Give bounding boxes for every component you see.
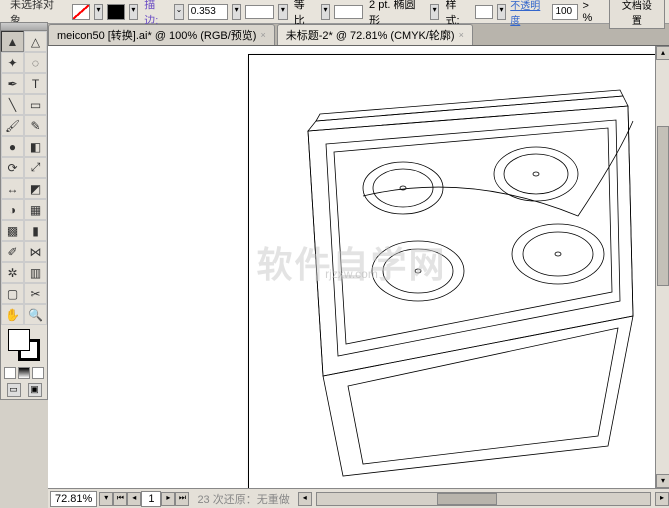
scroll-up-button[interactable]: ▴ (656, 46, 669, 60)
stroke-dropdown[interactable]: ▾ (129, 4, 139, 20)
blob-brush-tool[interactable]: ● (1, 136, 24, 157)
stroke-weight-down[interactable]: ⌄ (174, 4, 184, 20)
stroke-swatch[interactable] (107, 4, 124, 20)
scale-tool[interactable]: ⤢ (24, 157, 47, 178)
color-mode-color[interactable] (4, 367, 16, 379)
direct-selection-tool[interactable]: △ (24, 31, 47, 52)
zoom-dropdown[interactable]: ▾ (99, 492, 113, 506)
shape-builder-tool[interactable]: ◑ (1, 199, 24, 220)
color-mode-gradient[interactable] (18, 367, 30, 379)
last-artboard-button[interactable]: ⏭ (175, 492, 189, 506)
opacity-link[interactable]: 不透明度 (510, 0, 548, 27)
mesh-tool[interactable]: ▩ (1, 220, 24, 241)
fill-dropdown[interactable]: ▾ (94, 4, 104, 20)
profile-menu[interactable]: ▾ (321, 4, 331, 20)
workspace: 软件自学网 rjzxw.com ▴ ▾ (48, 46, 669, 488)
artwork-stove-wireframe (268, 66, 668, 488)
scroll-thumb[interactable] (657, 126, 669, 286)
line-tool[interactable]: ╲ (1, 94, 24, 115)
eraser-tool[interactable]: ◧ (24, 136, 47, 157)
perspective-grid-tool[interactable]: ▦ (24, 199, 47, 220)
close-icon[interactable]: × (260, 30, 265, 40)
fill-swatch[interactable] (72, 4, 89, 20)
next-artboard-button[interactable]: ▸ (161, 492, 175, 506)
zoom-level[interactable]: 72.81% (50, 491, 97, 507)
opacity-input[interactable] (552, 4, 578, 20)
gradient-tool[interactable]: ▮ (24, 220, 47, 241)
scroll-down-button[interactable]: ▾ (656, 474, 669, 488)
profile-preview[interactable] (245, 5, 274, 19)
profile-dropdown[interactable]: ▾ (278, 4, 288, 20)
close-icon[interactable]: × (459, 30, 464, 40)
screen-mode-full[interactable]: ▣ (28, 383, 42, 397)
stroke-weight-menu[interactable]: ▾ (232, 4, 242, 20)
options-bar: 未选择对象 ▾ ▾ 描边: ⌄ ▾ ▾ 等比 ▾ 2 pt. 椭圆形 ▾ 样式:… (0, 0, 669, 24)
toolbox: ▲△✦◌✒T╲▭🖌✎●◧⟳⤢↔◩◑▦▩▮✐⋈✲▥▢✂✋🔍 ▭ ▣ (0, 22, 48, 400)
hscroll-right[interactable]: ▸ (655, 492, 669, 506)
first-artboard-button[interactable]: ⏮ (113, 492, 127, 506)
graph-tool[interactable]: ▥ (24, 262, 47, 283)
pencil-tool[interactable]: ✎ (24, 115, 47, 136)
stroke-weight-input[interactable] (188, 4, 228, 20)
tab-meicon50[interactable]: meicon50 [转换].ai* @ 100% (RGB/预览) × (48, 24, 275, 45)
artboard-tool[interactable]: ▢ (1, 283, 24, 304)
tab-label: 未标题-2* @ 72.81% (CMYK/轮廓) (286, 27, 455, 43)
rotate-tool[interactable]: ⟳ (1, 157, 24, 178)
color-mode-none[interactable] (32, 367, 44, 379)
tab-label: meicon50 [转换].ai* @ 100% (RGB/预览) (57, 27, 256, 43)
width-tool[interactable]: ↔ (1, 178, 24, 199)
tab-untitled-2[interactable]: 未标题-2* @ 72.81% (CMYK/轮廓) × (277, 24, 473, 45)
eyedropper-tool[interactable]: ✐ (1, 241, 24, 262)
brush-preview[interactable] (334, 5, 363, 19)
undo-status: 23 次还原：无重做 (197, 491, 289, 507)
fill-stroke-control[interactable] (1, 325, 47, 365)
slice-tool[interactable]: ✂ (24, 283, 47, 304)
hscroll-thumb[interactable] (437, 493, 497, 505)
zoom-tool[interactable]: 🔍 (24, 304, 47, 325)
toolbox-grip[interactable] (1, 23, 47, 31)
magic-wand-tool[interactable]: ✦ (1, 52, 24, 73)
horizontal-scrollbar[interactable] (316, 492, 651, 506)
lasso-tool[interactable]: ◌ (24, 52, 47, 73)
brush-dropdown[interactable]: ▾ (430, 4, 440, 20)
symbol-sprayer-tool[interactable]: ✲ (1, 262, 24, 283)
document-setup-button[interactable]: 文档设置 (609, 0, 665, 29)
selection-tool[interactable]: ▲ (1, 31, 24, 52)
paintbrush-tool[interactable]: 🖌 (1, 115, 24, 136)
pen-tool[interactable]: ✒ (1, 73, 24, 94)
prev-artboard-button[interactable]: ◂ (127, 492, 141, 506)
canvas[interactable]: 软件自学网 rjzxw.com (48, 46, 655, 488)
status-bar: 72.81% ▾ ⏮ ◂ 1 ▸ ⏭ 23 次还原：无重做 ◂ ▸ (48, 488, 669, 508)
hscroll-left[interactable]: ◂ (298, 492, 312, 506)
artboard-number[interactable]: 1 (141, 491, 161, 507)
vertical-scrollbar[interactable]: ▴ ▾ (655, 46, 669, 488)
hand-tool[interactable]: ✋ (1, 304, 24, 325)
style-dropdown[interactable]: ▾ (497, 4, 507, 20)
blend-tool[interactable]: ⋈ (24, 241, 47, 262)
screen-mode-normal[interactable]: ▭ (7, 383, 21, 397)
style-preview[interactable] (475, 5, 492, 19)
opacity-suffix: > % (582, 0, 600, 24)
type-tool[interactable]: T (24, 73, 47, 94)
free-transform-tool[interactable]: ◩ (24, 178, 47, 199)
document-tabs: meicon50 [转换].ai* @ 100% (RGB/预览) × 未标题-… (0, 24, 669, 46)
fill-box[interactable] (8, 329, 30, 351)
rectangle-tool[interactable]: ▭ (24, 94, 47, 115)
